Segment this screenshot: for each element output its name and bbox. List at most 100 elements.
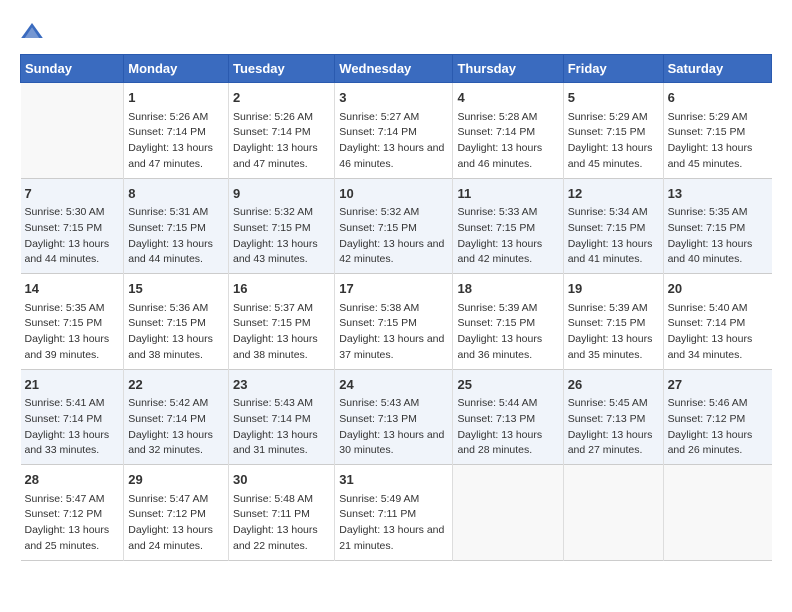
day-number: 27 bbox=[668, 375, 768, 395]
day-cell bbox=[663, 465, 771, 561]
sunrise-label: Sunrise: 5:39 AM bbox=[568, 302, 648, 314]
sunset-label: Sunset: 7:13 PM bbox=[339, 413, 417, 425]
daylight-label: Daylight: 13 hours and 39 minutes. bbox=[25, 333, 110, 361]
daylight-label: Daylight: 13 hours and 26 minutes. bbox=[668, 429, 753, 457]
sunrise-label: Sunrise: 5:27 AM bbox=[339, 111, 419, 123]
day-cell: 24Sunrise: 5:43 AMSunset: 7:13 PMDayligh… bbox=[335, 369, 453, 465]
day-cell: 25Sunrise: 5:44 AMSunset: 7:13 PMDayligh… bbox=[453, 369, 563, 465]
sunset-label: Sunset: 7:14 PM bbox=[128, 126, 206, 138]
day-number: 13 bbox=[668, 184, 768, 204]
daylight-label: Daylight: 13 hours and 27 minutes. bbox=[568, 429, 653, 457]
sunset-label: Sunset: 7:11 PM bbox=[233, 508, 310, 520]
day-cell: 31Sunrise: 5:49 AMSunset: 7:11 PMDayligh… bbox=[335, 465, 453, 561]
day-number: 8 bbox=[128, 184, 224, 204]
daylight-label: Daylight: 13 hours and 32 minutes. bbox=[128, 429, 213, 457]
sunrise-label: Sunrise: 5:26 AM bbox=[128, 111, 208, 123]
sunset-label: Sunset: 7:15 PM bbox=[568, 317, 646, 329]
daylight-label: Daylight: 13 hours and 46 minutes. bbox=[339, 142, 444, 170]
sunrise-label: Sunrise: 5:47 AM bbox=[25, 493, 105, 505]
day-cell: 2Sunrise: 5:26 AMSunset: 7:14 PMDaylight… bbox=[228, 83, 334, 179]
day-cell: 6Sunrise: 5:29 AMSunset: 7:15 PMDaylight… bbox=[663, 83, 771, 179]
day-number: 11 bbox=[457, 184, 558, 204]
day-number: 15 bbox=[128, 279, 224, 299]
daylight-label: Daylight: 13 hours and 42 minutes. bbox=[457, 238, 542, 266]
sunset-label: Sunset: 7:12 PM bbox=[25, 508, 103, 520]
sunrise-label: Sunrise: 5:39 AM bbox=[457, 302, 537, 314]
daylight-label: Daylight: 13 hours and 36 minutes. bbox=[457, 333, 542, 361]
day-number: 9 bbox=[233, 184, 330, 204]
sunset-label: Sunset: 7:14 PM bbox=[233, 126, 311, 138]
sunset-label: Sunset: 7:11 PM bbox=[339, 508, 416, 520]
sunrise-label: Sunrise: 5:38 AM bbox=[339, 302, 419, 314]
daylight-label: Daylight: 13 hours and 24 minutes. bbox=[128, 524, 213, 552]
sunrise-label: Sunrise: 5:36 AM bbox=[128, 302, 208, 314]
day-cell: 3Sunrise: 5:27 AMSunset: 7:14 PMDaylight… bbox=[335, 83, 453, 179]
sunrise-label: Sunrise: 5:37 AM bbox=[233, 302, 313, 314]
sunset-label: Sunset: 7:15 PM bbox=[233, 222, 311, 234]
daylight-label: Daylight: 13 hours and 47 minutes. bbox=[233, 142, 318, 170]
day-cell bbox=[21, 83, 124, 179]
day-number: 22 bbox=[128, 375, 224, 395]
sunrise-label: Sunrise: 5:32 AM bbox=[233, 206, 313, 218]
daylight-label: Daylight: 13 hours and 31 minutes. bbox=[233, 429, 318, 457]
daylight-label: Daylight: 13 hours and 30 minutes. bbox=[339, 429, 444, 457]
sunrise-label: Sunrise: 5:42 AM bbox=[128, 397, 208, 409]
day-number: 10 bbox=[339, 184, 448, 204]
sunset-label: Sunset: 7:15 PM bbox=[568, 126, 646, 138]
day-cell: 19Sunrise: 5:39 AMSunset: 7:15 PMDayligh… bbox=[563, 274, 663, 370]
sunrise-label: Sunrise: 5:41 AM bbox=[25, 397, 105, 409]
day-cell: 10Sunrise: 5:32 AMSunset: 7:15 PMDayligh… bbox=[335, 178, 453, 274]
logo-icon bbox=[20, 20, 44, 44]
day-cell: 4Sunrise: 5:28 AMSunset: 7:14 PMDaylight… bbox=[453, 83, 563, 179]
day-cell bbox=[453, 465, 563, 561]
day-number: 16 bbox=[233, 279, 330, 299]
daylight-label: Daylight: 13 hours and 42 minutes. bbox=[339, 238, 444, 266]
day-number: 25 bbox=[457, 375, 558, 395]
day-cell: 12Sunrise: 5:34 AMSunset: 7:15 PMDayligh… bbox=[563, 178, 663, 274]
day-cell: 20Sunrise: 5:40 AMSunset: 7:14 PMDayligh… bbox=[663, 274, 771, 370]
page-header bbox=[20, 20, 772, 44]
day-cell: 9Sunrise: 5:32 AMSunset: 7:15 PMDaylight… bbox=[228, 178, 334, 274]
day-cell: 8Sunrise: 5:31 AMSunset: 7:15 PMDaylight… bbox=[124, 178, 229, 274]
week-row-2: 7 Sunrise: 5:30 AM Sunset: 7:15 PM Daylight… bbox=[21, 178, 772, 274]
daylight-label: Daylight: 13 hours and 33 minutes. bbox=[25, 429, 110, 457]
daylight-label: Daylight: 13 hours and 45 minutes. bbox=[568, 142, 653, 170]
sunrise-label: Sunrise: 5:26 AM bbox=[233, 111, 313, 123]
week-row-3: 14Sunrise: 5:35 AMSunset: 7:15 PMDayligh… bbox=[21, 274, 772, 370]
day-number: 28 bbox=[25, 470, 120, 490]
sunset-label: Sunset: 7:15 PM bbox=[457, 317, 535, 329]
daylight-label: Daylight: 13 hours and 44 minutes. bbox=[25, 238, 110, 266]
daylight-label: Daylight: 13 hours and 45 minutes. bbox=[668, 142, 753, 170]
day-cell: 30Sunrise: 5:48 AMSunset: 7:11 PMDayligh… bbox=[228, 465, 334, 561]
daylight-label: Daylight: 13 hours and 38 minutes. bbox=[128, 333, 213, 361]
sunset-label: Sunset: 7:13 PM bbox=[457, 413, 535, 425]
day-number: 26 bbox=[568, 375, 659, 395]
sunrise-label: Sunrise: 5:30 AM bbox=[25, 206, 105, 218]
day-number: 7 bbox=[25, 184, 120, 204]
day-number: 30 bbox=[233, 470, 330, 490]
day-number: 3 bbox=[339, 88, 448, 108]
sunset-label: Sunset: 7:12 PM bbox=[128, 508, 206, 520]
day-number: 31 bbox=[339, 470, 448, 490]
day-number: 14 bbox=[25, 279, 120, 299]
daylight-label: Daylight: 13 hours and 47 minutes. bbox=[128, 142, 213, 170]
daylight-label: Daylight: 13 hours and 40 minutes. bbox=[668, 238, 753, 266]
day-cell: 26Sunrise: 5:45 AMSunset: 7:13 PMDayligh… bbox=[563, 369, 663, 465]
sunset-label: Sunset: 7:15 PM bbox=[668, 222, 746, 234]
day-cell: 7 Sunrise: 5:30 AM Sunset: 7:15 PM Daylight… bbox=[21, 178, 124, 274]
day-number: 20 bbox=[668, 279, 768, 299]
sunset-label: Sunset: 7:15 PM bbox=[668, 126, 746, 138]
day-cell: 14Sunrise: 5:35 AMSunset: 7:15 PMDayligh… bbox=[21, 274, 124, 370]
sunset-label: Sunset: 7:15 PM bbox=[25, 222, 103, 234]
sunrise-label: Sunrise: 5:35 AM bbox=[668, 206, 748, 218]
week-row-4: 21Sunrise: 5:41 AMSunset: 7:14 PMDayligh… bbox=[21, 369, 772, 465]
header-thursday: Thursday bbox=[453, 55, 563, 83]
day-cell: 5Sunrise: 5:29 AMSunset: 7:15 PMDaylight… bbox=[563, 83, 663, 179]
sunrise-label: Sunrise: 5:43 AM bbox=[339, 397, 419, 409]
sunrise-label: Sunrise: 5:49 AM bbox=[339, 493, 419, 505]
calendar-header-row: SundayMondayTuesdayWednesdayThursdayFrid… bbox=[21, 55, 772, 83]
day-cell bbox=[563, 465, 663, 561]
day-cell: 27Sunrise: 5:46 AMSunset: 7:12 PMDayligh… bbox=[663, 369, 771, 465]
sunrise-label: Sunrise: 5:47 AM bbox=[128, 493, 208, 505]
header-saturday: Saturday bbox=[663, 55, 771, 83]
